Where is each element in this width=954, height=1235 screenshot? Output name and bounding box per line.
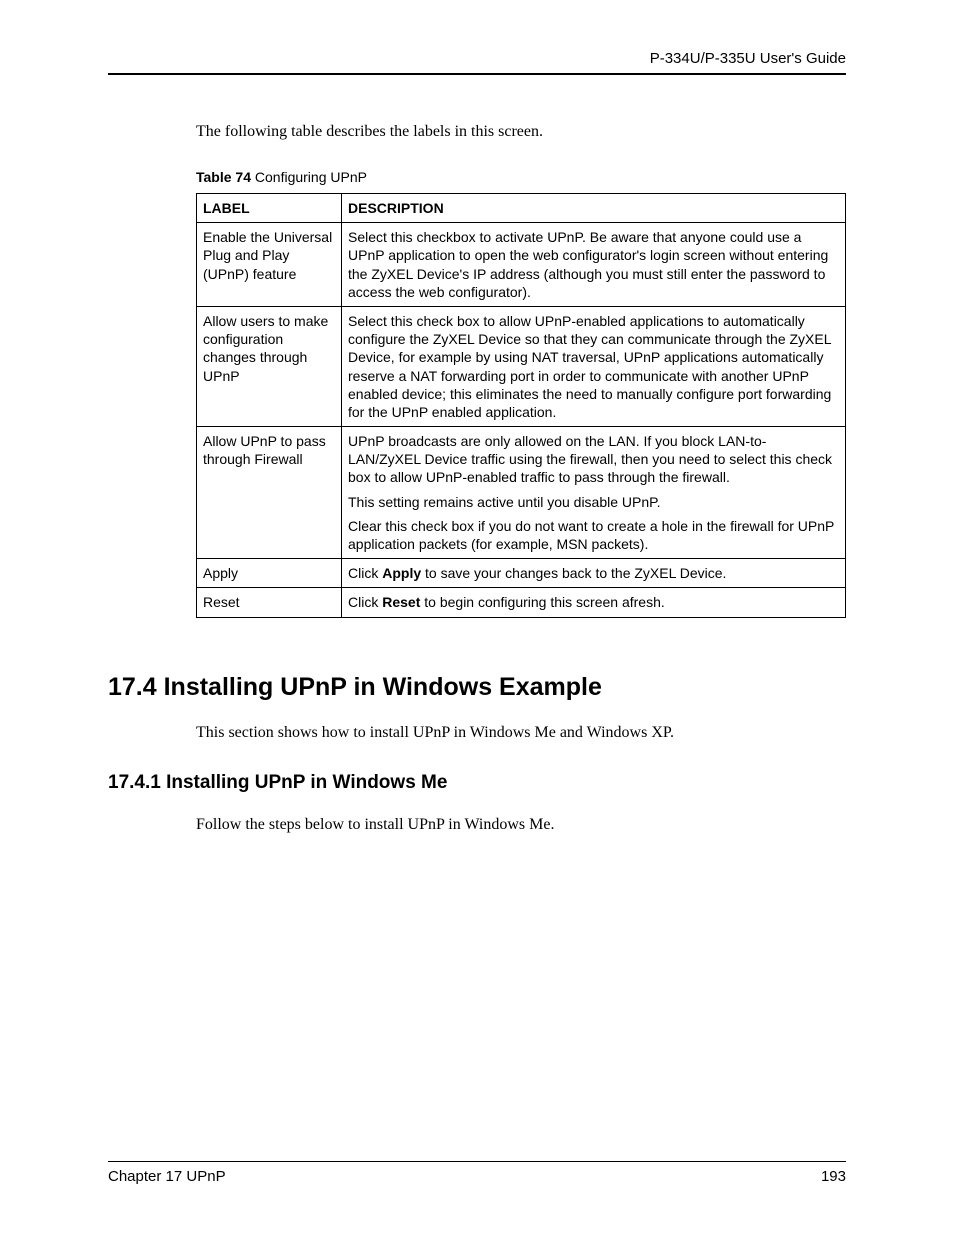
cell-description: UPnP broadcasts are only allowed on the …	[342, 427, 846, 559]
desc-paragraph: UPnP broadcasts are only allowed on the …	[348, 432, 839, 487]
cell-label: Reset	[197, 588, 342, 617]
table-caption-number: Table 74	[196, 169, 251, 185]
table-row: Reset Click Reset to begin configuring t…	[197, 588, 846, 617]
cell-description: Select this check box to allow UPnP-enab…	[342, 306, 846, 426]
table-row: Allow UPnP to pass through Firewall UPnP…	[197, 427, 846, 559]
table-caption-title: Configuring UPnP	[251, 169, 367, 185]
table-row: Apply Click Apply to save your changes b…	[197, 559, 846, 588]
section-heading: 17.4 Installing UPnP in Windows Example	[108, 673, 846, 702]
subsection-heading: 17.4.1 Installing UPnP in Windows Me	[108, 772, 846, 794]
col-header-description: DESCRIPTION	[342, 194, 846, 223]
table-caption: Table 74 Configuring UPnP	[196, 169, 846, 185]
cell-label: Apply	[197, 559, 342, 588]
desc-post: to save your changes back to the ZyXEL D…	[421, 565, 726, 581]
desc-pre: Click	[348, 594, 382, 610]
section-body: This section shows how to install UPnP i…	[196, 724, 846, 742]
cell-label: Enable the Universal Plug and Play (UPnP…	[197, 223, 342, 307]
desc-paragraph: Select this checkbox to activate UPnP. B…	[348, 228, 839, 301]
page-footer: Chapter 17 UPnP 193	[108, 1161, 846, 1185]
desc-paragraph: This setting remains active until you di…	[348, 493, 839, 511]
footer-page-number: 193	[821, 1168, 846, 1185]
upnp-table: LABEL DESCRIPTION Enable the Universal P…	[196, 193, 846, 618]
table-row: Enable the Universal Plug and Play (UPnP…	[197, 223, 846, 307]
intro-paragraph: The following table describes the labels…	[196, 123, 846, 141]
desc-bold: Apply	[382, 565, 421, 581]
desc-post: to begin configuring this screen afresh.	[420, 594, 664, 610]
cell-description: Click Reset to begin configuring this sc…	[342, 588, 846, 617]
col-header-label: LABEL	[197, 194, 342, 223]
desc-paragraph: Clear this check box if you do not want …	[348, 517, 839, 553]
cell-label: Allow UPnP to pass through Firewall	[197, 427, 342, 559]
running-header: P-334U/P-335U User's Guide	[108, 50, 846, 75]
desc-paragraph: Select this check box to allow UPnP-enab…	[348, 312, 839, 421]
footer-chapter: Chapter 17 UPnP	[108, 1168, 226, 1185]
table-row: Allow users to make configuration change…	[197, 306, 846, 426]
subsection-body: Follow the steps below to install UPnP i…	[196, 816, 846, 834]
desc-bold: Reset	[382, 594, 420, 610]
cell-label: Allow users to make configuration change…	[197, 306, 342, 426]
cell-description: Select this checkbox to activate UPnP. B…	[342, 223, 846, 307]
cell-description: Click Apply to save your changes back to…	[342, 559, 846, 588]
desc-pre: Click	[348, 565, 382, 581]
